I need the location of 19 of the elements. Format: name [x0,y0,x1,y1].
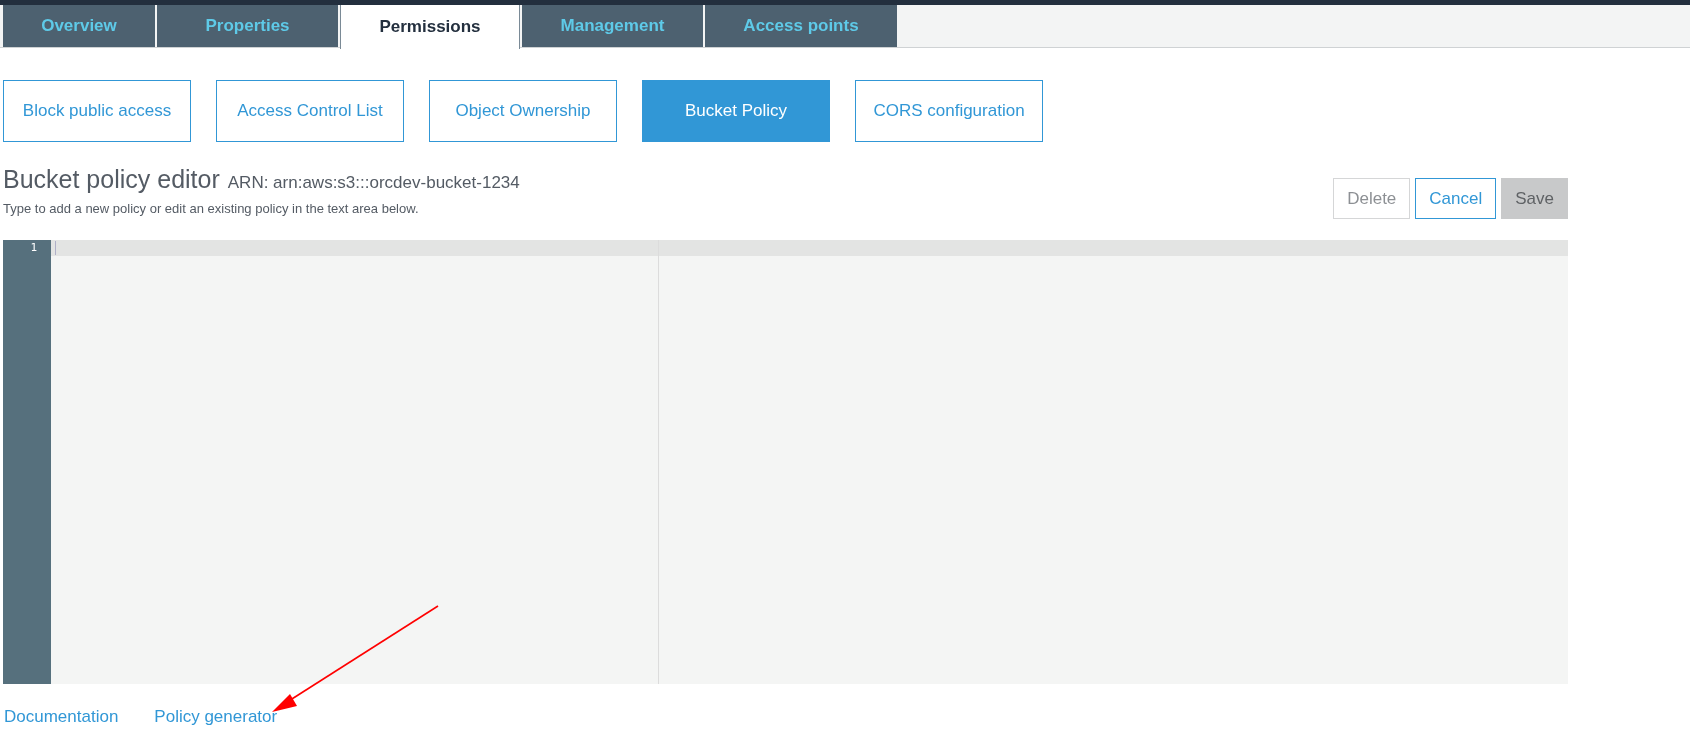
editor-title: Bucket policy editor [3,164,220,195]
link[interactable]: Documentation [4,704,119,730]
sub-tab[interactable]: CORS configuration [855,80,1043,142]
arn-text: ARN: arn:aws:s3:::orcdev-bucket-1234 [227,172,520,194]
sub-tab[interactable]: Block public access [3,80,191,142]
text-cursor [55,241,56,255]
code-editor[interactable]: 1 [3,240,1568,684]
tab[interactable]: Management [522,5,703,47]
sub-tab[interactable]: Object Ownership [429,80,617,142]
line-number: 1 [29,240,38,256]
action-button[interactable]: Cancel [1415,178,1497,219]
sub-tab[interactable]: Access Control List [216,80,404,142]
hint-text: Type to add a new policy or edit an existing policy in the text area below. [3,199,420,218]
tab[interactable]: Permissions [340,5,520,49]
sub-tab[interactable]: Bucket Policy [642,80,830,142]
link[interactable]: Policy generator [154,704,278,730]
tab[interactable]: Access points [705,5,897,47]
tab[interactable]: Overview [3,5,155,47]
tab[interactable]: Properties [157,5,338,47]
